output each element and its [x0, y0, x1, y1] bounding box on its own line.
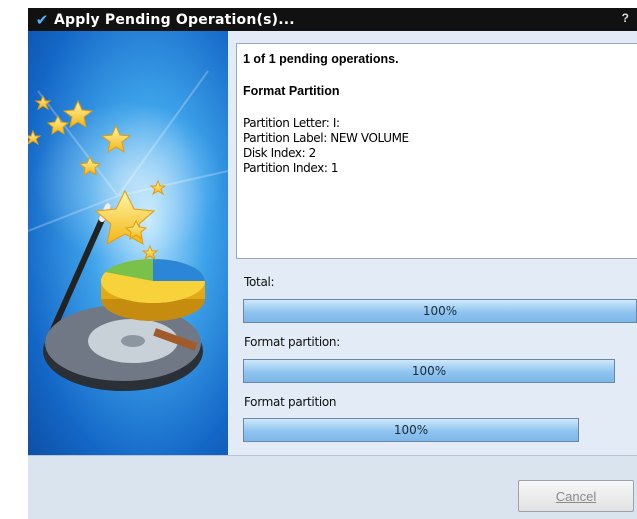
total-progress-bar: 100% [243, 299, 637, 323]
help-button[interactable]: ? [622, 11, 629, 25]
wizard-side-illustration [28, 31, 228, 455]
format-progress-bar-2: 100% [243, 418, 579, 442]
apply-pending-operations-dialog: ✔ Apply Pending Operation(s)... ? 1 of 1… [28, 8, 637, 519]
dialog-footer: Cancel [28, 455, 637, 519]
detail-line: Partition Letter: I: [243, 116, 340, 130]
cancel-button[interactable]: Cancel [518, 480, 634, 512]
magic-wand-disk-illustration [28, 70, 228, 391]
window-title: Apply Pending Operation(s)... [54, 11, 295, 28]
format-progress-bar-1: 100% [243, 359, 615, 383]
total-progress-label: Total: [244, 275, 275, 289]
operation-title: Format Partition [243, 84, 340, 98]
title-bar[interactable]: ✔ Apply Pending Operation(s)... ? [28, 8, 637, 31]
format-progress-label-1: Format partition: [244, 335, 340, 349]
detail-line: Partition Label: NEW VOLUME [243, 131, 409, 145]
cancel-button-label: Cancel [555, 488, 597, 504]
format-progress-label-2: Format partition [244, 395, 337, 409]
operation-details-box: 1 of 1 pending operations. Format Partit… [236, 43, 637, 259]
pending-summary: 1 of 1 pending operations. [243, 52, 399, 66]
operation-panel: 1 of 1 pending operations. Format Partit… [228, 31, 637, 455]
detail-line: Partition Index: 1 [243, 161, 339, 175]
checkmark-icon: ✔ [35, 11, 49, 29]
detail-line: Disk Index: 2 [243, 146, 316, 160]
